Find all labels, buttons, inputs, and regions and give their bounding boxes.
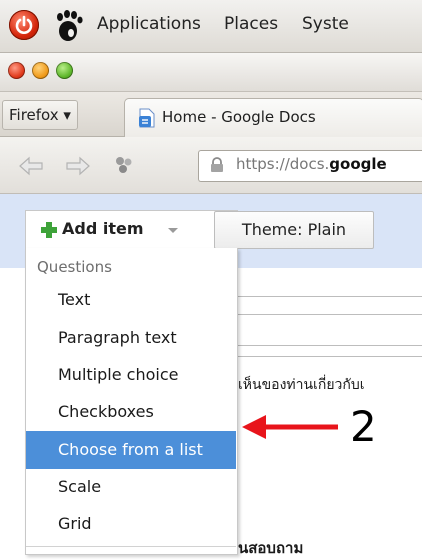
system-menu[interactable]: Syste <box>302 14 349 34</box>
menu-item-text[interactable]: Text <box>26 281 236 319</box>
dropdown-heading-questions: Questions <box>37 258 112 276</box>
reload-icon[interactable] <box>112 153 136 177</box>
chevron-down-icon <box>168 228 178 233</box>
forward-arrow-icon[interactable] <box>65 156 91 176</box>
back-arrow-icon[interactable] <box>18 156 44 176</box>
add-item-label: Add item <box>62 219 144 238</box>
menu-item-checkboxes[interactable]: Checkboxes <box>26 393 236 431</box>
menu-item-scale[interactable]: Scale <box>26 468 236 506</box>
power-icon[interactable] <box>9 10 39 40</box>
menu-item-paragraph-text[interactable]: Paragraph text <box>26 319 236 357</box>
applications-menu[interactable]: Applications <box>97 14 201 34</box>
menu-item-grid[interactable]: Grid <box>26 505 236 543</box>
lock-icon <box>211 157 223 172</box>
window-close-button[interactable] <box>8 62 25 79</box>
form-field-line <box>236 296 422 297</box>
form-description-text: เห็นของท่านเกี่ยวกับเ <box>238 377 365 393</box>
google-docs-favicon-icon <box>139 108 155 128</box>
annotation-step-number: 2 <box>350 402 377 451</box>
red-arrow-annotation <box>242 415 338 439</box>
menu-item-multiple-choice[interactable]: Multiple choice <box>26 356 236 394</box>
firefox-menu-button[interactable]: Firefox ▾ <box>2 100 78 130</box>
form-field-line <box>236 356 422 357</box>
form-question-text: นสอบถาม <box>238 539 304 557</box>
gnome-foot-icon[interactable] <box>52 9 86 43</box>
window-maximize-button[interactable] <box>56 62 73 79</box>
form-title-field[interactable] <box>236 314 422 346</box>
theme-button[interactable]: Theme: Plain <box>214 211 374 249</box>
plus-icon <box>41 222 57 238</box>
window-minimize-button[interactable] <box>32 62 49 79</box>
url-text: https://docs.google <box>236 155 387 173</box>
dropdown-divider <box>26 546 236 547</box>
places-menu[interactable]: Places <box>224 14 278 34</box>
menu-item-choose-from-a-list[interactable]: Choose from a list <box>26 431 236 469</box>
tab-title: Home - Google Docs <box>162 108 316 126</box>
